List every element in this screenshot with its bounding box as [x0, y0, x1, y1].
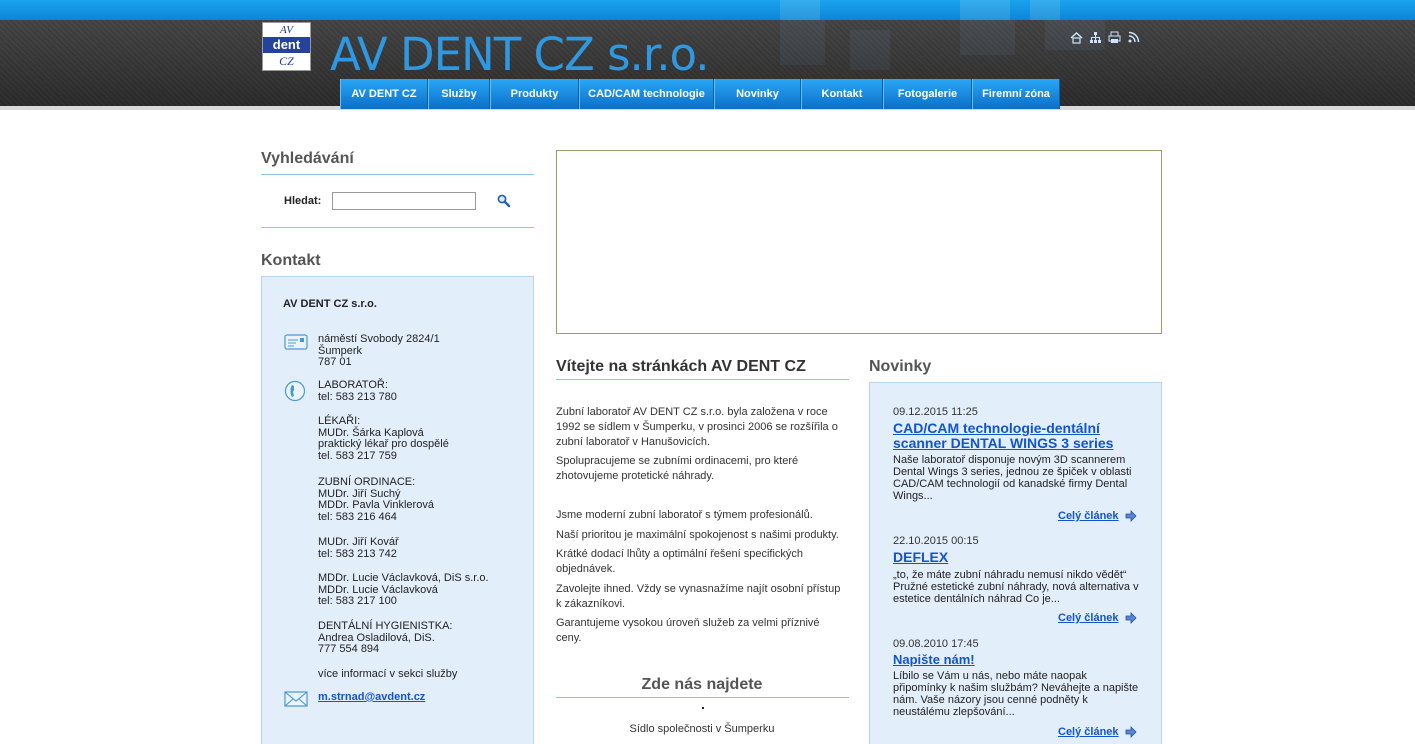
news-excerpt: Líbilo se Vám u nás, nebo máte naopak př… — [893, 670, 1139, 718]
news-date: 22.10.2015 00:15 — [893, 535, 979, 547]
header-tools — [1070, 31, 1140, 44]
divider — [556, 379, 849, 380]
sitemap-icon[interactable] — [1089, 31, 1102, 44]
welcome-paragraph: Krátké dodací lhůty a optimální řešení s… — [556, 548, 804, 575]
nav-item-cad-cam[interactable]: CAD/CAM technologie — [579, 79, 714, 109]
arrow-right-icon[interactable] — [1125, 612, 1137, 624]
welcome-paragraph: Jsme moderní zubní laboratoř s týmem pro… — [556, 509, 813, 521]
divider — [261, 227, 534, 228]
read-more-link[interactable]: Celý článek — [1058, 612, 1119, 624]
arrow-right-icon[interactable] — [1125, 726, 1137, 738]
rss-icon[interactable] — [1127, 31, 1140, 44]
contact-address: náměstí Svobody 2824/1 Šumperk 787 01 — [318, 333, 440, 368]
main-nav: AV DENT CZ Služby Produkty CAD/CAM techn… — [340, 79, 1060, 109]
decor — [780, 0, 820, 20]
news-title-link[interactable]: DEFLEX — [893, 550, 1143, 565]
welcome-paragraph: Garantujeme vysokou úroveň služeb za vel… — [556, 617, 820, 644]
contact-more-info: více informací v sekci služby — [318, 668, 458, 680]
site-title: AV DENT CZ s.r.o. — [330, 28, 710, 81]
nav-item-fotogalerie[interactable]: Fotogalerie — [883, 79, 972, 109]
contact-dental-office: ZUBNÍ ORDINACE: MUDr. Jiří Suchý MDDr. P… — [318, 476, 434, 523]
decor — [960, 0, 1010, 20]
nav-item-novinky[interactable]: Novinky — [714, 79, 801, 109]
logo-line: AV — [280, 24, 293, 36]
welcome-paragraph: Zavolejte ihned. Vždy se vynasnažíme naj… — [556, 583, 841, 610]
find-us-title: Zde nás najdete — [641, 676, 763, 693]
search-label: Hledat: — [284, 195, 322, 207]
contact-vaclavkova: MDDr. Lucie Václavková, DiS s.r.o. MDDr.… — [318, 572, 489, 607]
address-card-icon — [284, 333, 308, 354]
map-placeholder — [702, 707, 704, 709]
divider — [556, 697, 849, 698]
welcome-title: Vítejte na stránkách AV DENT CZ — [556, 358, 806, 375]
nav-item-av-dent-cz[interactable]: AV DENT CZ — [340, 79, 428, 109]
welcome-paragraph: Zubní laboratoř AV DENT CZ s.r.o. byla z… — [556, 406, 838, 448]
contact-email-link[interactable]: m.strnad@avdent.cz — [318, 691, 425, 703]
divider — [261, 174, 534, 175]
read-more-link[interactable]: Celý článek — [1058, 510, 1119, 522]
logo-line: CZ — [279, 54, 294, 68]
news-title-link[interactable]: CAD/CAM technologie-dentální scanner DEN… — [893, 421, 1143, 451]
read-more-link[interactable]: Celý článek — [1058, 726, 1119, 738]
print-icon[interactable] — [1108, 31, 1121, 44]
news-date: 09.12.2015 11:25 — [893, 406, 978, 418]
welcome-paragraph: Spolupracujeme se zubními ordinacemi, pr… — [556, 455, 799, 482]
search-icon[interactable] — [496, 193, 512, 209]
decor — [1030, 0, 1060, 20]
banner-area — [556, 150, 1162, 334]
search-heading: Vyhledávání — [261, 150, 354, 167]
arrow-right-icon[interactable] — [1125, 510, 1137, 522]
news-excerpt: Naše laboratoř disponuje novým 3D scanne… — [893, 454, 1132, 502]
nav-item-sluzby[interactable]: Služby — [428, 79, 490, 109]
company-name: AV DENT CZ s.r.o. — [283, 298, 377, 310]
news-title-link[interactable]: Napište nám! — [893, 652, 1143, 667]
nav-item-firemni-zona[interactable]: Firemní zóna — [972, 79, 1060, 109]
welcome-paragraph: Naší prioritou je maximální spokojenost … — [556, 529, 839, 541]
top-strip — [0, 0, 1415, 20]
contact-lab: LABORATOŘ: tel: 583 213 780 — [318, 379, 397, 403]
nav-item-produkty[interactable]: Produkty — [490, 79, 579, 109]
logo-line: dent — [263, 37, 310, 53]
phone-icon — [284, 380, 306, 405]
mail-icon — [284, 690, 308, 711]
nav-item-kontakt[interactable]: Kontakt — [801, 79, 883, 109]
news-date: 09.08.2010 17:45 — [893, 638, 979, 650]
site-logo[interactable]: AV dent CZ — [262, 22, 311, 71]
contact-hygienist: DENTÁLNÍ HYGIENISTKA: Andrea Osladilová,… — [318, 620, 453, 655]
news-heading: Novinky — [869, 358, 932, 375]
contact-heading: Kontakt — [261, 252, 321, 269]
contact-doctors: LÉKAŘI: MUDr. Šárka Kaplová praktický lé… — [318, 415, 449, 462]
search-input[interactable] — [332, 192, 476, 210]
find-us-caption: Sídlo společnosti v Šumperku — [629, 723, 775, 735]
home-icon[interactable] — [1070, 31, 1083, 44]
contact-kovar: MUDr. Jiří Kovář tel: 583 213 742 — [318, 536, 399, 560]
news-excerpt: „to, že máte zubní náhradu nemusí nikdo … — [893, 569, 1139, 605]
